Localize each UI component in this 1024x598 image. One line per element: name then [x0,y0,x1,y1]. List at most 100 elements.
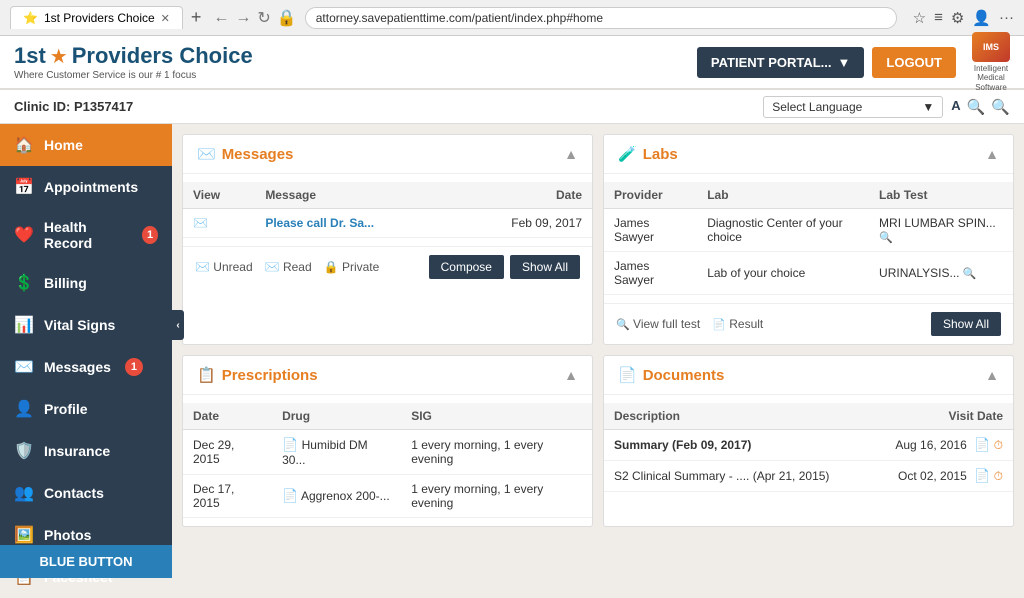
browser-tab[interactable]: ⭐ 1st Providers Choice ✕ [10,6,183,29]
doc-file-icon-1[interactable]: 📄 [974,437,990,452]
patient-portal-label: PATIENT PORTAL... [711,55,832,70]
profile-icon: 👤 [14,399,34,419]
profile-icon[interactable]: 👤 [972,9,991,27]
rx-sig-2: 1 every morning, 1 every evening [401,475,592,518]
more-icon[interactable]: ··· [999,9,1014,27]
table-row: Dec 17, 2015 📄 Aggrenox 200-... 1 every … [183,475,592,518]
main-layout: 🏠 Home 📅 Appointments ❤️ Health Record 1… [0,124,1024,578]
sidebar-item-label: Vital Signs [44,317,115,333]
sidebar-item-label: Messages [44,359,111,375]
app-header: 1st ★ Providers Choice Where Customer Se… [0,36,1024,90]
blue-button-label: BLUE BUTTON [40,554,133,569]
documents-card-collapse[interactable]: ▲ [985,367,999,383]
labs-show-all-button[interactable]: Show All [931,312,1001,336]
messages-col-date: Date [453,182,592,209]
sidebar-item-home[interactable]: 🏠 Home [0,124,172,166]
messages-col-view: View [183,182,255,209]
sidebar-item-messages[interactable]: ✉️ Messages 1 [0,346,172,388]
labs-card-collapse[interactable]: ▲ [985,146,999,162]
health-record-badge: 1 [142,226,158,244]
new-tab-button[interactable]: + [191,7,202,28]
blue-button[interactable]: BLUE BUTTON [0,545,172,578]
tab-close-button[interactable]: ✕ [161,12,170,25]
result-link[interactable]: 📄 Result [712,317,763,331]
clinic-id-value: P1357417 [74,99,133,114]
prescriptions-card-header: 📋 Prescriptions ▲ [183,356,592,395]
view-full-test-link[interactable]: 🔍 View full test [616,317,700,331]
forward-button[interactable]: → [235,9,251,27]
doc-file-icon-2[interactable]: 📄 [974,468,990,483]
language-select[interactable]: Select Language ▼ [763,96,943,118]
appointments-icon: 📅 [14,177,34,197]
sidebar-item-label: Contacts [44,485,104,501]
messages-card-collapse[interactable]: ▲ [564,146,578,162]
url-text: attorney.savepatienttime.com/patient/ind… [316,11,603,25]
patient-portal-button[interactable]: PATIENT PORTAL... ▼ [697,47,864,78]
messages-table: View Message Date ✉️ Please call Dr. Sa.… [183,182,592,238]
sidebar-item-appointments[interactable]: 📅 Appointments [0,166,172,208]
rx-drug-icon-2: 📄 [282,488,298,503]
table-row: Summary (Feb 09, 2017) Aug 16, 2016 📄 ⏱ [604,430,1013,461]
rx-col-sig: SIG [401,403,592,430]
message-view-icon: ✉️ [183,209,255,238]
refresh-button[interactable]: ↻ [257,8,270,28]
ims-logo: IMS Intelligent Medical Software [972,32,1010,93]
message-text[interactable]: Please call Dr. Sa... [255,209,453,238]
doc-clock-icon-2[interactable]: ⏱ [994,469,1003,483]
extension-icon[interactable]: ⚙ [951,9,964,27]
sidebar-item-billing[interactable]: 💲 Billing [0,262,172,304]
messages-card: ✉️ Messages ▲ View Message Date [182,134,593,345]
compose-button[interactable]: Compose [429,255,504,279]
rx-sig-1: 1 every morning, 1 every evening [401,430,592,475]
labs-card-header: 🧪 Labs ▲ [604,135,1013,174]
labs-card-footer: 🔍 View full test 📄 Result Show All [604,303,1013,344]
messages-card-body: View Message Date ✉️ Please call Dr. Sa.… [183,174,592,246]
bookmark-icon[interactable]: ☆ [913,9,926,27]
portal-dropdown-icon: ▼ [838,55,851,70]
labs-card-title: 🧪 Labs [618,145,678,163]
private-label: 🔒 Private [324,260,380,274]
messages-card-footer: ✉️ Unread ✉️ Read 🔒 Private Compose Show… [183,246,592,287]
table-row: James Sawyer Lab of your choice URINALYS… [604,252,1013,295]
messages-show-all-button[interactable]: Show All [510,255,580,279]
sidebar-collapse-button[interactable]: ‹ [172,310,184,340]
envelope-icon: ✉️ [193,216,208,230]
sidebar-item-insurance[interactable]: 🛡️ Insurance [0,430,172,472]
sidebar-item-label: Appointments [44,179,138,195]
documents-card: 📄 Documents ▲ Description Visit Date [603,355,1014,527]
lab-search-icon-2[interactable]: 🔍 [963,268,977,280]
lab-search-icon-1[interactable]: 🔍 [879,232,893,244]
table-row: S2 Clinical Summary - .... (Apr 21, 2015… [604,461,1013,492]
ims-text: Intelligent Medical Software [974,64,1008,93]
prescriptions-card-title: 📋 Prescriptions [197,366,318,384]
rx-col-drug: Drug [272,403,401,430]
search-magnifier-icon[interactable]: 🔍 [967,98,986,116]
logo-star-icon: ★ [50,44,68,69]
messages-card-title: ✉️ Messages [197,145,293,163]
prescriptions-card-collapse[interactable]: ▲ [564,367,578,383]
documents-card-body: Description Visit Date Summary (Feb 09, … [604,395,1013,500]
sidebar-item-contacts[interactable]: 👥 Contacts [0,472,172,514]
sidebar-item-profile[interactable]: 👤 Profile [0,388,172,430]
messages-footer-left: ✉️ Unread ✉️ Read 🔒 Private [195,260,379,274]
documents-card-header: 📄 Documents ▲ [604,356,1013,395]
menu-icon[interactable]: ≡ [934,9,943,27]
doc-clock-icon-1[interactable]: ⏱ [994,438,1003,452]
text-size-icon[interactable]: A [951,98,960,116]
main-content: ✉️ Messages ▲ View Message Date [172,124,1024,578]
search-icons-area: A 🔍 🔍 [951,98,1010,116]
table-row: ✉️ Please call Dr. Sa... Feb 09, 2017 [183,209,592,238]
back-button[interactable]: ← [213,9,229,27]
sidebar-item-vital-signs[interactable]: 📊 Vital Signs ‹ [0,304,172,346]
sidebar-item-health-record[interactable]: ❤️ Health Record 1 [0,208,172,262]
url-bar[interactable]: attorney.savepatienttime.com/patient/ind… [305,7,897,29]
logo-tagline: Where Customer Service is our # 1 focus [14,70,253,81]
sidebar-item-label: Home [44,137,83,153]
documents-title-text: Documents [643,367,725,384]
language-select-label: Select Language [772,100,862,114]
logout-label: LOGOUT [886,55,942,70]
logo-area: 1st ★ Providers Choice Where Customer Se… [14,43,253,81]
logout-button[interactable]: LOGOUT [872,47,956,78]
rx-date-1: Dec 29, 2015 [183,430,272,475]
search-magnifier-2-icon[interactable]: 🔍 [991,98,1010,116]
